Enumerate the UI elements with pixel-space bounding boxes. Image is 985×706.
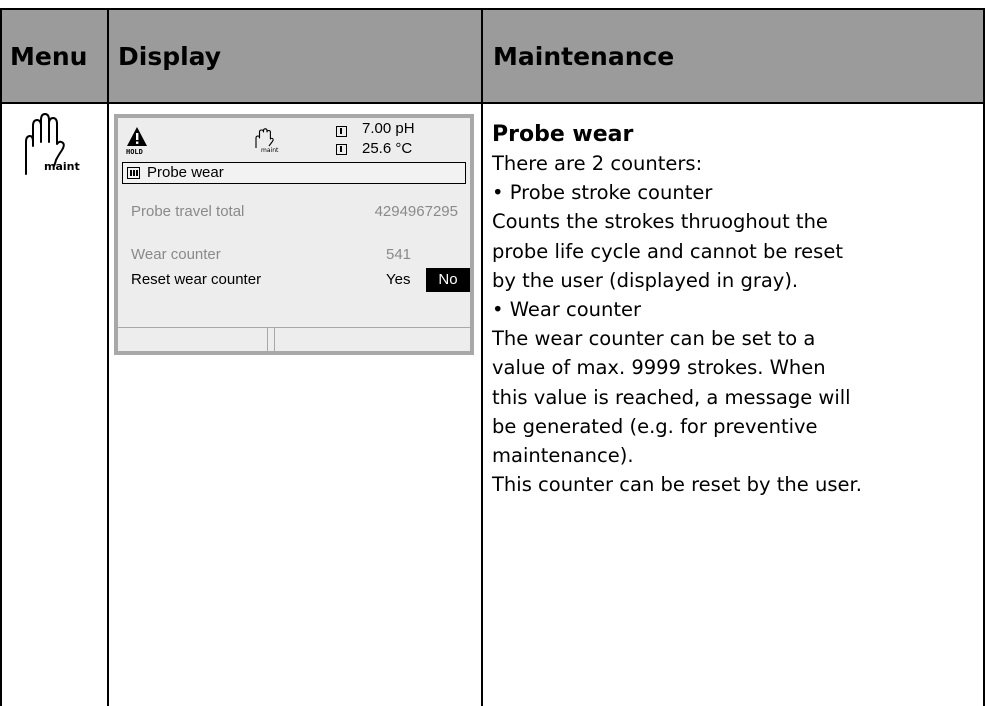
- hold-label: HOLD: [126, 148, 143, 156]
- column-divider: [107, 8, 109, 706]
- measurement-ph: 7.00 pH: [362, 120, 415, 137]
- column-divider: [481, 8, 483, 706]
- maint-hand-icon: maint: [255, 128, 279, 154]
- row-wear-counter-label: Wear counter: [131, 246, 221, 263]
- option-no-selected[interactable]: No: [426, 268, 470, 292]
- header-display: Display: [118, 41, 222, 71]
- softkey-right[interactable]: [274, 328, 470, 351]
- maintenance-line: Counts the strokes thruoghout the: [492, 210, 828, 234]
- maintenance-line: There are 2 counters:: [492, 152, 703, 175]
- sensor-1-icon: [336, 126, 347, 137]
- sensor-2-icon: [336, 144, 347, 155]
- status-bar: HOLD maint 7.00 pH 25.6 °C: [118, 118, 470, 162]
- row-probe-travel-label: Probe travel total: [131, 203, 245, 220]
- maintenance-text: Probe wear There are 2 counters: • Probe…: [492, 120, 977, 499]
- column-divider: [0, 8, 2, 706]
- maintenance-line: this value is reached, a message will: [492, 385, 851, 409]
- softkey-bar: [118, 327, 470, 351]
- row-probe-travel-value: 4294967295: [374, 203, 458, 220]
- maintenance-line: by the user (displayed in gray).: [492, 268, 799, 292]
- header-maintenance: Maintenance: [493, 41, 675, 71]
- menu-glyph-icon: [127, 167, 140, 179]
- maintenance-line: The wear counter can be set to a: [492, 327, 816, 351]
- row-wear-counter-value: 541: [386, 246, 412, 263]
- maint-small-label: maint: [261, 147, 279, 154]
- softkey-left[interactable]: [118, 328, 268, 351]
- maintenance-line: • Wear counter: [492, 298, 642, 322]
- manual-page: Menu Display Maintenance maint HOLD main…: [0, 0, 985, 706]
- table-header: Menu Display Maintenance: [0, 8, 985, 104]
- menu-icon-label: maint: [44, 160, 80, 173]
- device-display: HOLD maint 7.00 pH 25.6 °C Probe wear Pr…: [114, 114, 474, 355]
- maintenance-line: probe life cycle and cannot be reset: [492, 239, 843, 263]
- maintenance-title: Probe wear: [492, 122, 634, 147]
- maintenance-line: be generated (e.g. for preventive: [492, 414, 818, 438]
- menu-title-bar: Probe wear: [122, 162, 466, 184]
- header-menu: Menu: [10, 41, 88, 71]
- measurement-temperature: 25.6 °C: [362, 140, 413, 157]
- maintenance-line: • Probe stroke counter: [492, 181, 713, 205]
- maintenance-line: value of max. 9999 strokes. When: [492, 356, 826, 380]
- hand-icon: maint: [20, 112, 84, 182]
- row-reset-label: Reset wear counter: [131, 271, 262, 288]
- option-yes[interactable]: Yes: [386, 271, 410, 288]
- menu-title: Probe wear: [147, 164, 224, 181]
- maintenance-line: This counter can be reset by the user.: [492, 473, 862, 497]
- maintenance-line: maintenance).: [492, 444, 634, 468]
